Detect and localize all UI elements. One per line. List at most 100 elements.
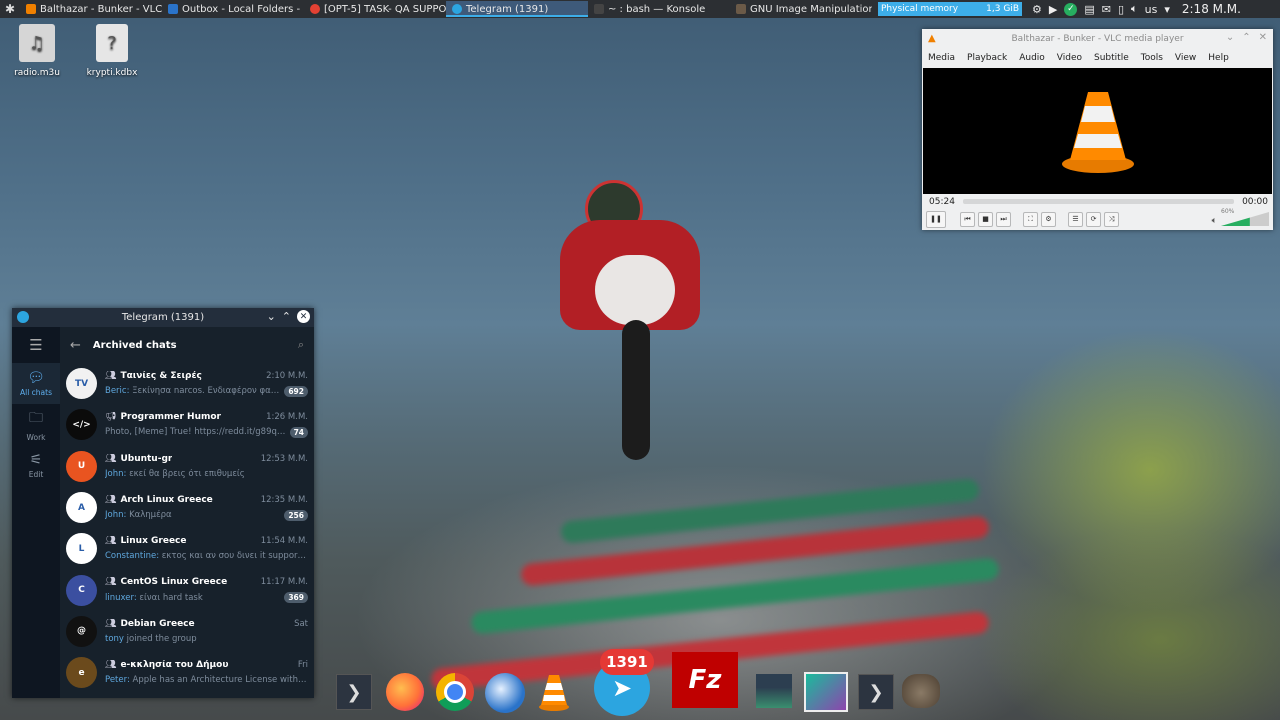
menu-playback[interactable]: Playback	[961, 53, 1013, 63]
chat-sender: Peter:	[105, 675, 130, 686]
previous-button[interactable]: ⏮︎	[960, 211, 975, 227]
menu-help[interactable]: Help	[1202, 53, 1235, 63]
chat-last-message: John: Καλημέρα	[105, 510, 280, 520]
system-monitor-icon[interactable]	[756, 674, 792, 708]
close-icon[interactable]: ✕	[297, 310, 310, 323]
chat-avatar: U	[66, 450, 97, 482]
folder-label: All chats	[19, 388, 52, 397]
top-panel: ✱ Balthazar - Bunker - VLC me... Outbox …	[0, 0, 1280, 18]
chat-row[interactable]: U 👥︎ Ubuntu-gr 12:53 Μ.Μ. John: εκεί θα βρει…	[60, 446, 314, 487]
menu-subtitle[interactable]: Subtitle	[1088, 53, 1135, 63]
chat-name: 📢︎ Programmer Humor	[105, 412, 221, 422]
shuffle-button[interactable]: ⤨	[1104, 211, 1119, 227]
unknown-file-icon: ?	[96, 24, 128, 62]
seek-slider[interactable]	[962, 199, 1235, 204]
audio-playlist-icon: ♫	[19, 24, 55, 62]
folder-all-chats[interactable]: 💬︎ All chats	[12, 363, 60, 404]
chat-message-text: Καλημέρα	[129, 510, 172, 521]
minimize-icon[interactable]: ⌄	[1226, 32, 1234, 43]
hamburger-menu-icon[interactable]: ☰	[12, 327, 60, 363]
chat-time: 2:10 Μ.Μ.	[266, 370, 308, 381]
firefox-icon[interactable]	[386, 673, 424, 711]
settings-icon[interactable]: ⚙	[1032, 3, 1042, 16]
next-button[interactable]: ⏭︎	[996, 211, 1011, 227]
chat-message-text: εκεί θα βρεις ότι επιθυμείς	[129, 468, 245, 479]
chat-row[interactable]: TV 👥︎ Ταινίες & Σειρές 2:10 Μ.Μ. Beric: Ξεκί…	[60, 363, 314, 404]
task-label: Telegram (1391)	[466, 3, 549, 15]
filezilla-icon[interactable]: Fz	[672, 652, 738, 708]
chat-row[interactable]: A 👥︎ Arch Linux Greece 12:35 Μ.Μ. John: Καλη…	[60, 487, 314, 528]
clipboard-icon[interactable]: ▯	[1118, 3, 1124, 16]
task-telegram[interactable]: Telegram (1391)	[446, 1, 588, 17]
unread-badge: 74	[289, 426, 308, 438]
group-icon: 👥︎	[105, 453, 117, 464]
thunderbird-icon[interactable]	[485, 673, 525, 713]
task-konsole[interactable]: ~ : bash — Konsole	[588, 1, 730, 17]
folder-work[interactable]: 🗀 Work	[12, 404, 60, 445]
updates-ok-icon[interactable]: ✓	[1064, 2, 1078, 16]
image-viewer-icon[interactable]	[804, 672, 848, 712]
app-launcher-icon[interactable]: ✱	[2, 1, 18, 17]
dock-scroll-right-button[interactable]: ❯	[858, 674, 894, 710]
elapsed-time: 05:24	[929, 196, 955, 207]
menu-audio[interactable]: Audio	[1013, 53, 1051, 63]
volume-slider[interactable]	[1221, 212, 1269, 226]
chat-name: 👥︎ Ταινίες & Σειρές	[105, 371, 202, 381]
vlc-titlebar[interactable]: ▲ Balthazar - Bunker - VLC media player …	[922, 29, 1273, 48]
clock[interactable]: 2:18 Μ.Μ.	[1182, 2, 1241, 16]
task-vlc[interactable]: Balthazar - Bunker - VLC me...	[20, 1, 162, 17]
minimize-icon[interactable]: ⌄	[267, 310, 276, 323]
chat-row[interactable]: </> 📢︎ Programmer Humor 1:26 Μ.Μ. Photo, [M…	[60, 404, 314, 445]
search-icon[interactable]: ⌕	[298, 338, 304, 352]
task-label: Balthazar - Bunker - VLC me...	[40, 3, 162, 15]
pause-button[interactable]: ❚❚	[926, 210, 946, 228]
folder-edit[interactable]: ⚟ Edit	[12, 445, 60, 486]
chat-sender: linuxer:	[105, 592, 137, 603]
chat-row[interactable]: L 👥︎ Linux Greece 11:54 Μ.Μ. Constantine: εκ…	[60, 528, 314, 569]
menu-video[interactable]: Video	[1051, 53, 1088, 63]
memory-value: 1,3 GiB	[986, 4, 1019, 14]
chat-last-message: Photo, [Meme] True! https://redd.it/g89q…	[105, 427, 286, 437]
notifications-icon[interactable]: ✉	[1102, 3, 1111, 16]
gimp-icon[interactable]	[902, 674, 940, 708]
fullscreen-button[interactable]: ⛶	[1023, 211, 1038, 227]
tray-expand-icon[interactable]: ▾	[1164, 3, 1170, 16]
wallpaper-rider	[560, 180, 710, 470]
menu-media[interactable]: Media	[922, 53, 961, 63]
playlist-button[interactable]: ☰	[1068, 211, 1083, 227]
folder-label: Edit	[28, 470, 44, 479]
chat-body: 👥︎ Ubuntu-gr 12:53 Μ.Μ. John: εκεί θα βρεις…	[105, 454, 308, 479]
terminal-icon	[594, 4, 604, 14]
chrome-icon[interactable]	[436, 673, 474, 711]
media-player-icon[interactable]: ▶	[1049, 3, 1057, 16]
telegram-titlebar[interactable]: Telegram (1391) ⌄ ⌃ ✕	[12, 308, 314, 327]
desktop-icon-krypti[interactable]: ? krypti.kdbx	[82, 24, 142, 78]
chat-row[interactable]: @ 👥︎ Debian Greece Sat tony joined the group	[60, 611, 314, 652]
memory-monitor[interactable]: Physical memory 1,3 GiB	[878, 2, 1022, 16]
chat-title: Ταινίες & Σειρές	[120, 370, 202, 381]
chat-time: Fri	[297, 660, 308, 671]
desktop-icon-radio[interactable]: ♫ radio.m3u	[7, 24, 67, 78]
volume-icon[interactable]: 🔈︎	[1131, 2, 1138, 16]
loop-button[interactable]: ⟳	[1086, 211, 1101, 227]
chat-row[interactable]: C 👥︎ CentOS Linux Greece 11:17 Μ.Μ. linuxer:…	[60, 569, 314, 610]
vlc-icon[interactable]	[536, 672, 572, 712]
chat-row[interactable]: e 👥︎ e-κκλησία του Δήμου Fri Peter: Apple ha…	[60, 652, 314, 693]
keyboard-layout[interactable]: us	[1145, 3, 1158, 16]
menu-view[interactable]: View	[1169, 53, 1202, 63]
video-area[interactable]	[923, 68, 1272, 194]
notes-icon[interactable]: ▤	[1084, 3, 1094, 16]
volume-control[interactable]: 🔈︎ 60%	[1212, 208, 1269, 226]
task-thunderbird[interactable]: Outbox - Local Folders - Moz...	[162, 1, 304, 17]
maximize-icon[interactable]: ⌃	[1242, 32, 1250, 43]
extended-settings-button[interactable]: ⚙	[1041, 211, 1056, 227]
task-chrome[interactable]: [OPT-5] TASK- QA SUPPORT ...	[304, 1, 446, 17]
close-icon[interactable]: ✕	[1259, 32, 1267, 43]
vlc-icon	[26, 4, 36, 14]
dock-scroll-left-button[interactable]: ❯	[336, 674, 372, 710]
task-gimp[interactable]: GNU Image Manipulation Pr...	[730, 1, 872, 17]
stop-button[interactable]: ■	[978, 211, 993, 227]
menu-tools[interactable]: Tools	[1135, 53, 1169, 63]
back-arrow-icon[interactable]: ←	[70, 338, 81, 353]
maximize-icon[interactable]: ⌃	[282, 310, 291, 323]
